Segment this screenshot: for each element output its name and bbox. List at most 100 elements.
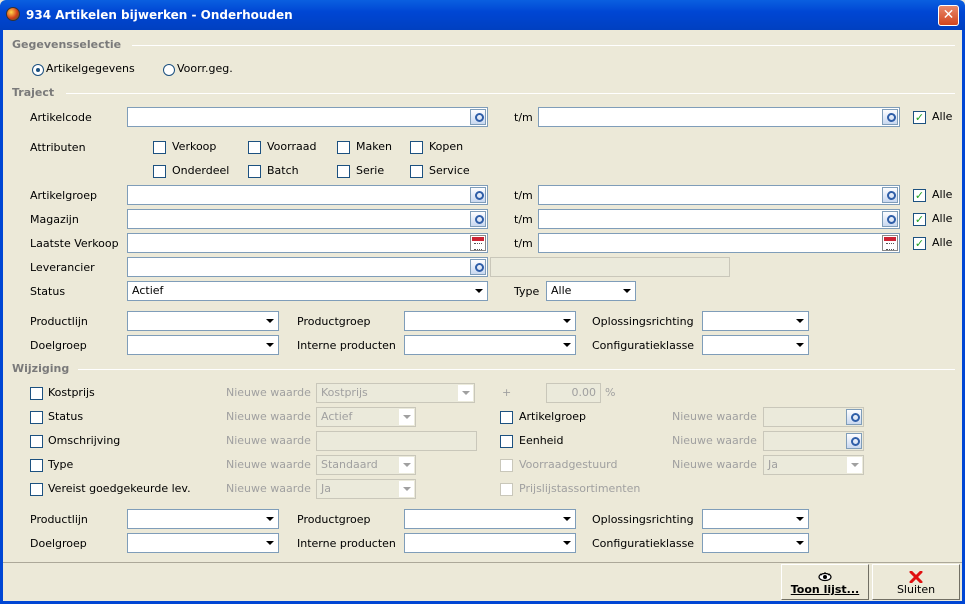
laatste-verkoop-alle-checkbox[interactable]: ✓ [913,237,926,250]
lookup-icon[interactable] [470,109,486,125]
omschrijving-checkbox[interactable] [30,435,43,448]
attr-verkoop-label: Verkoop [172,140,217,153]
attributen-label: Attributen [30,141,86,154]
lookup-icon[interactable] [470,187,486,203]
magazijn-to-input[interactable] [538,209,900,229]
eenheid-input[interactable] [763,431,864,451]
attr-verkoop-checkbox[interactable] [153,141,166,154]
chevron-down-icon[interactable] [471,283,486,299]
artikelgroep-from-input[interactable] [127,185,488,205]
lookup-icon[interactable] [846,433,862,449]
leverancier-input[interactable] [127,257,488,277]
attr-onderdeel-checkbox[interactable] [153,165,166,178]
type-wijzig-dropdown[interactable]: Standaard [316,455,416,475]
kostprijs-label: Kostprijs [48,386,95,399]
laatste-verkoop-from-input[interactable] [127,233,488,253]
radio-voorraad-label: Voorr.geg. [177,62,233,75]
nieuwe-waarde-label: Nieuwe waarde [226,458,311,471]
chevron-down-icon[interactable] [792,535,807,551]
chevron-down-icon[interactable] [399,481,414,497]
radio-voorraad[interactable] [163,64,175,76]
chevron-down-icon[interactable] [559,313,574,329]
kostprijs-checkbox[interactable] [30,387,43,400]
productlijn-dropdown[interactable] [127,311,279,331]
radio-artikelgegevens[interactable] [32,64,44,76]
sluiten-button[interactable]: Sluiten [872,564,960,600]
leverancier-label: Leverancier [30,261,95,274]
chevron-down-icon[interactable] [262,511,277,527]
magazijn-from-input[interactable] [127,209,488,229]
vereist-dropdown[interactable]: Ja [316,479,416,499]
lookup-icon[interactable] [470,211,486,227]
tm-label: t/m [514,213,533,226]
doelgroep-wijzig-dropdown[interactable] [127,533,279,553]
artikelcode-alle-checkbox[interactable]: ✓ [913,111,926,124]
artikelgroep-wijzig-checkbox[interactable] [500,411,513,424]
interne-producten-dropdown[interactable] [404,335,576,355]
prijslijst-label: Prijslijstassortimenten [519,482,641,495]
chevron-down-icon[interactable] [792,511,807,527]
artikelgroep-wijzig-input[interactable] [763,407,864,427]
chevron-down-icon[interactable] [399,409,414,425]
chevron-down-icon[interactable] [399,457,414,473]
chevron-down-icon[interactable] [559,535,574,551]
attr-kopen-checkbox[interactable] [410,141,423,154]
artikelgroep-to-input[interactable] [538,185,900,205]
laatste-verkoop-to-input[interactable] [538,233,900,253]
productgroep-wijzig-dropdown[interactable] [404,509,576,529]
chevron-down-icon[interactable] [792,313,807,329]
chevron-down-icon[interactable] [458,385,473,401]
kostprijs-dropdown[interactable]: Kostprijs [316,383,475,403]
productgroep-label: Productgroep [297,315,371,328]
artikelcode-from-input[interactable] [127,107,488,127]
eenheid-checkbox[interactable] [500,435,513,448]
voorraadgestuurd-dropdown[interactable]: Ja [763,455,864,475]
close-button[interactable]: ✕ [938,5,959,26]
lookup-icon[interactable] [882,109,898,125]
type-dropdown[interactable]: Alle [546,281,636,301]
voorraadgestuurd-checkbox[interactable] [500,459,513,472]
status-wijzig-checkbox[interactable] [30,411,43,424]
toon-lijst-button[interactable]: Toon lijst... [781,564,869,600]
configuratieklasse-wijzig-dropdown[interactable] [702,533,809,553]
prijslijst-checkbox[interactable] [500,483,513,496]
attr-batch-checkbox[interactable] [248,165,261,178]
attr-service-checkbox[interactable] [410,165,423,178]
vereist-checkbox[interactable] [30,483,43,496]
lookup-icon[interactable] [882,187,898,203]
chevron-down-icon[interactable] [262,337,277,353]
artikelcode-to-input[interactable] [538,107,900,127]
vereist-label: Vereist goedgekeurde lev. [48,482,191,495]
oplossingsrichting-dropdown[interactable] [702,311,809,331]
chevron-down-icon[interactable] [619,283,634,299]
status-wijzig-dropdown[interactable]: Actief [316,407,416,427]
lookup-icon[interactable] [470,259,486,275]
productgroep-dropdown[interactable] [404,311,576,331]
percentage-input[interactable]: 0.00 [546,383,601,403]
attr-voorraad-checkbox[interactable] [248,141,261,154]
attr-serie-checkbox[interactable] [337,165,350,178]
artikelgroep-alle-checkbox[interactable]: ✓ [913,189,926,202]
status-dropdown[interactable]: Actief [127,281,488,301]
oplossingsrichting-wijzig-dropdown[interactable] [702,509,809,529]
configuratieklasse-dropdown[interactable] [702,335,809,355]
omschrijving-input[interactable] [316,431,477,451]
chevron-down-icon[interactable] [559,511,574,527]
calendar-icon[interactable] [470,235,486,251]
calendar-icon[interactable] [882,235,898,251]
lookup-icon[interactable] [846,409,862,425]
voorraadgestuurd-value: Ja [768,458,778,471]
chevron-down-icon[interactable] [262,313,277,329]
attr-maken-checkbox[interactable] [337,141,350,154]
eye-icon [818,572,832,582]
chevron-down-icon[interactable] [847,457,862,473]
chevron-down-icon[interactable] [262,535,277,551]
magazijn-alle-checkbox[interactable]: ✓ [913,213,926,226]
lookup-icon[interactable] [882,211,898,227]
interne-producten-wijzig-dropdown[interactable] [404,533,576,553]
chevron-down-icon[interactable] [559,337,574,353]
type-wijzig-checkbox[interactable] [30,459,43,472]
doelgroep-dropdown[interactable] [127,335,279,355]
productlijn-wijzig-dropdown[interactable] [127,509,279,529]
chevron-down-icon[interactable] [792,337,807,353]
